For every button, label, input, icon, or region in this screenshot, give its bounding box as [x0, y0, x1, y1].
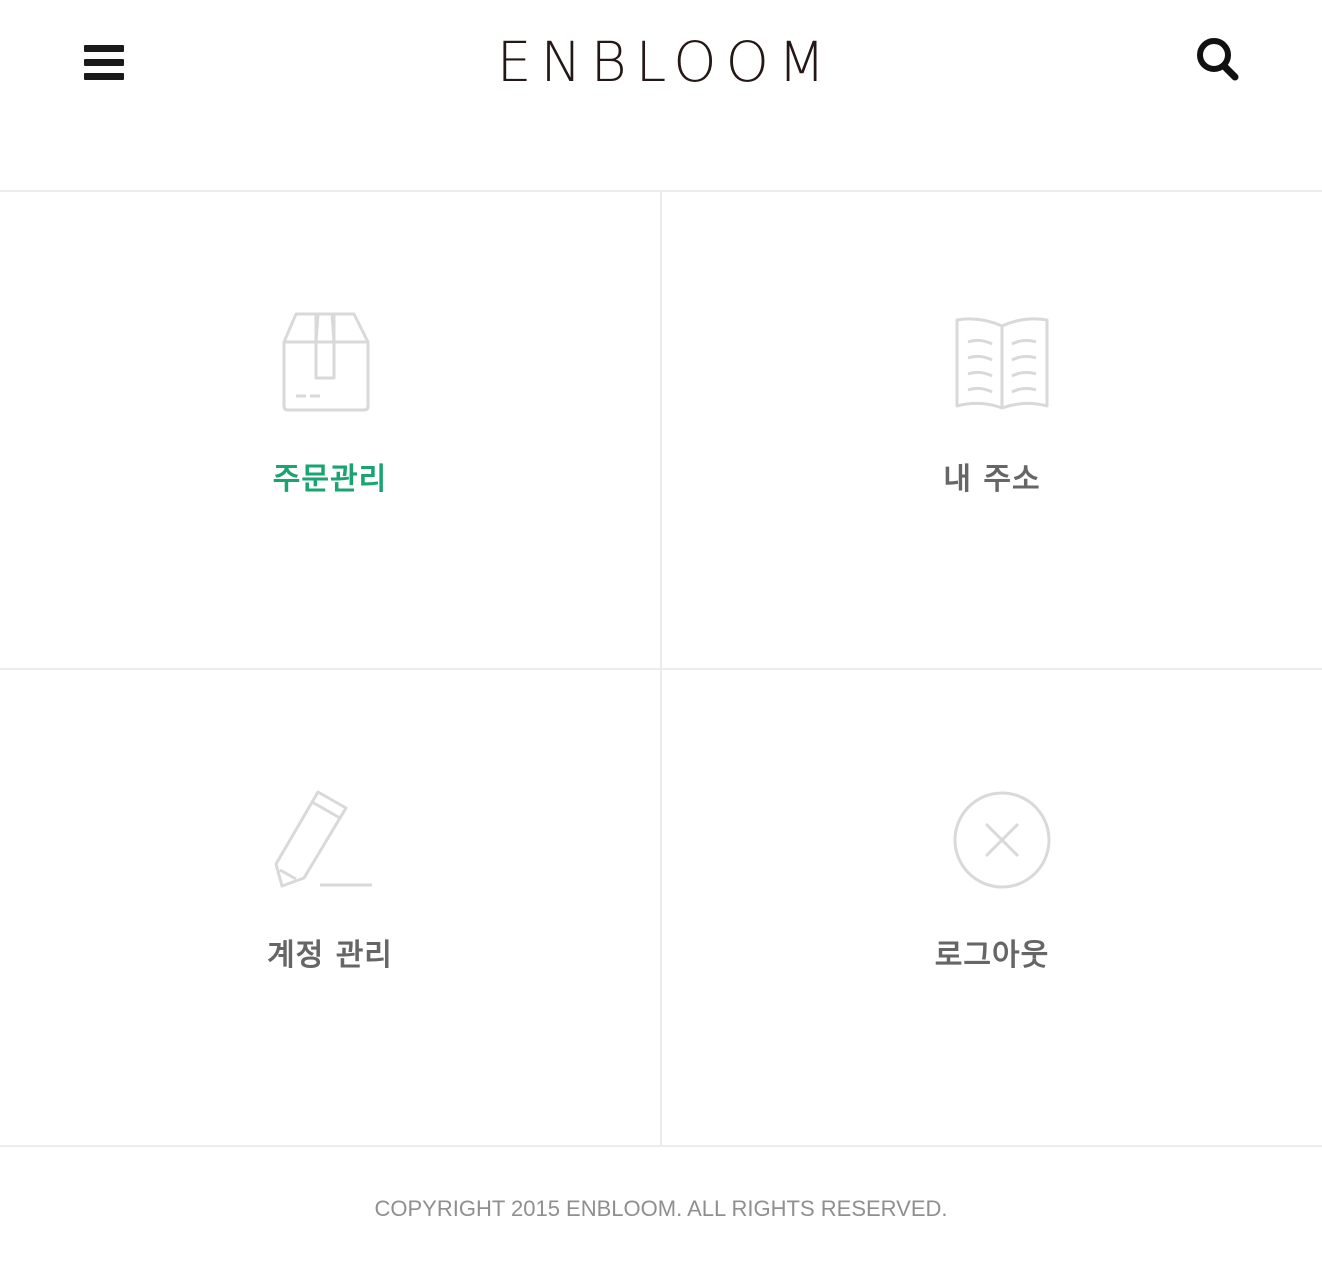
menu-item-label: 계정 관리 [267, 938, 393, 973]
header: ENBLOOM [0, 0, 1322, 192]
logo[interactable]: ENBLOOM [0, 30, 1322, 94]
menu-item-label: 내 주소 [943, 462, 1041, 497]
copyright-text: COPYRIGHT 2015 ENBLOOM. ALL RIGHTS RESER… [374, 1196, 948, 1221]
menu-item-orders[interactable]: 주문관리 [0, 192, 662, 670]
pencil-icon [274, 790, 372, 888]
open-book-icon [955, 317, 1049, 410]
menu-item-my-address[interactable]: 내 주소 [662, 192, 1322, 670]
menu-item-label: 로그아웃 [934, 938, 1050, 973]
menu-item-logout[interactable]: 로그아웃 [662, 670, 1322, 1147]
close-circle-icon [953, 791, 1051, 889]
box-icon [282, 312, 370, 412]
search-icon[interactable] [1192, 34, 1244, 84]
menu-item-account-settings[interactable]: 계정 관리 [0, 670, 662, 1147]
menu-item-label: 주문관리 [272, 462, 388, 497]
account-menu-grid: 주문관리 내 주소 계정 관리 로그아웃 [0, 192, 1322, 1147]
